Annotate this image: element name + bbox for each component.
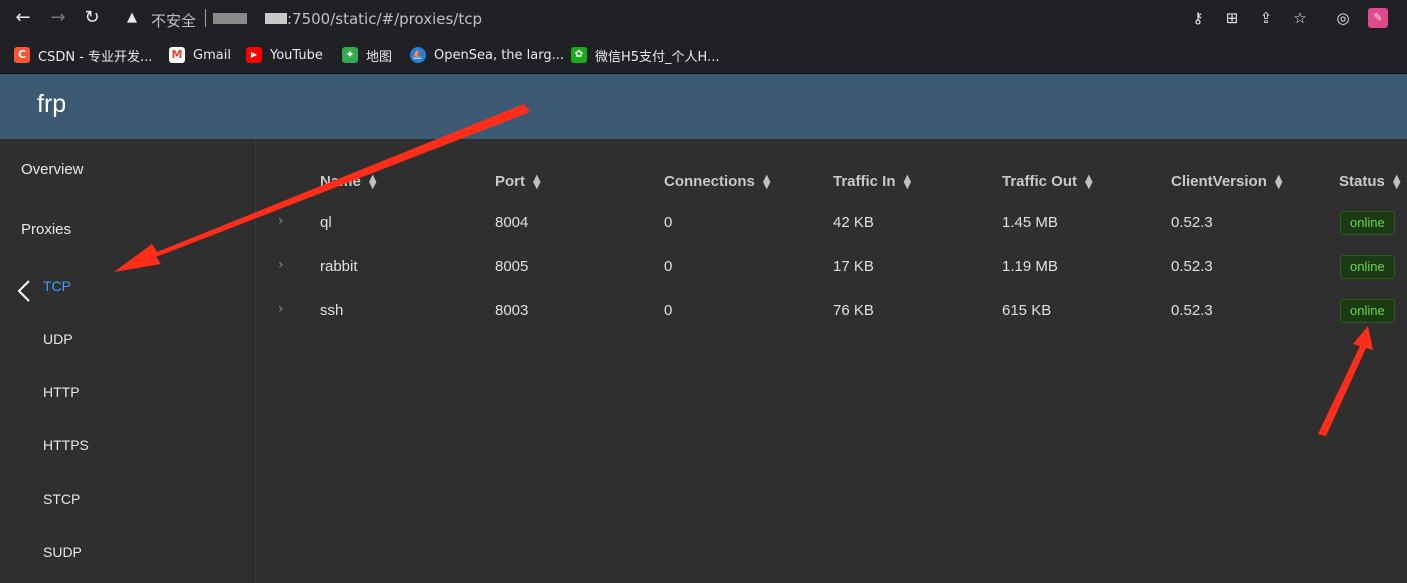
- cell-connections: 0: [664, 258, 673, 275]
- address-separator: [205, 9, 206, 27]
- warning-icon: ▲: [127, 10, 137, 25]
- back-arrow-icon[interactable]: ←: [12, 7, 34, 29]
- profile-icon[interactable]: ✎: [1368, 8, 1388, 28]
- cell-client-version: 0.52.3: [1171, 302, 1213, 319]
- share-icon[interactable]: ⇪: [1256, 8, 1276, 28]
- wechat-pay-icon: ✿: [571, 47, 587, 63]
- star-icon[interactable]: ☆: [1290, 8, 1310, 28]
- redacted-host: [213, 13, 247, 24]
- bookmarks-bar: C CSDN - 专业开发... M Gmail ▶ YouTube ✦ 地图 …: [0, 36, 1407, 74]
- sidebar-item-udp[interactable]: UDP: [43, 331, 73, 347]
- expand-chevron-icon[interactable]: ›: [278, 301, 284, 317]
- cell-name: ssh: [320, 302, 344, 319]
- table-row[interactable]: › ql 8004 0 42 KB 1.45 MB 0.52.3 online: [257, 202, 1407, 246]
- app-header: frp: [0, 74, 1407, 139]
- cell-name: ql: [320, 214, 332, 231]
- cell-traffic-in: 76 KB: [833, 302, 874, 319]
- sort-caret-icon[interactable]: ▲ ▼: [763, 174, 771, 191]
- bookmark-label: Gmail: [193, 47, 231, 63]
- sort-caret-icon[interactable]: ▲ ▼: [1275, 174, 1283, 191]
- bookmark-label: CSDN - 专业开发...: [38, 49, 153, 65]
- table-row[interactable]: › ssh 8003 0 76 KB 615 KB 0.52.3 online: [257, 290, 1407, 334]
- redacted-host: [265, 13, 287, 24]
- sidebar: Overview Proxies TCP UDP HTTP HTTPS STCP…: [0, 139, 256, 583]
- proxies-table: Name ▲ ▼ Port ▲ ▼ Connections ▲ ▼ Traffic In ▲ ▼…: [257, 139, 1407, 583]
- column-header-port[interactable]: Port ▲ ▼: [495, 173, 541, 191]
- forward-arrow-icon[interactable]: →: [47, 7, 69, 29]
- sort-caret-icon[interactable]: ▲ ▼: [904, 174, 912, 191]
- maps-icon: ✦: [342, 47, 358, 63]
- csdn-icon: C: [14, 47, 30, 63]
- bookmark-label: 地图: [366, 49, 393, 65]
- expand-chevron-icon[interactable]: ›: [278, 213, 284, 229]
- cell-port: 8005: [495, 258, 529, 275]
- sidebar-item-https[interactable]: HTTPS: [43, 437, 89, 453]
- bookmark-wechat-pay[interactable]: ✿ 微信H5支付_个人H...: [571, 45, 720, 65]
- key-icon[interactable]: ⚷: [1188, 8, 1208, 28]
- reload-icon[interactable]: ↻: [81, 7, 103, 29]
- column-header-status[interactable]: Status ▲ ▼: [1339, 173, 1401, 191]
- youtube-icon: ▶: [246, 47, 262, 63]
- expand-chevron-icon[interactable]: ›: [278, 257, 284, 273]
- sort-caret-icon[interactable]: ▲ ▼: [533, 174, 541, 191]
- status-badge: online: [1340, 299, 1395, 323]
- translate-icon[interactable]: ⊞: [1222, 8, 1242, 28]
- status-badge: online: [1340, 211, 1395, 235]
- cell-traffic-out: 1.45 MB: [1002, 214, 1058, 231]
- column-header-connections[interactable]: Connections ▲ ▼: [664, 173, 771, 191]
- insecure-label: 不安全: [151, 12, 197, 30]
- url-text: :7500/static/#/proxies/tcp: [287, 10, 483, 28]
- bookmark-label: YouTube: [270, 47, 323, 63]
- bookmark-label: 微信H5支付_个人H...: [595, 49, 720, 65]
- cell-connections: 0: [664, 302, 673, 319]
- bookmark-csdn[interactable]: C CSDN - 专业开发...: [14, 45, 152, 65]
- bookmark-gmail[interactable]: M Gmail: [169, 45, 231, 65]
- chevron-left-icon: [17, 280, 30, 302]
- cell-client-version: 0.52.3: [1171, 258, 1213, 275]
- opensea-icon: ⛵: [410, 47, 426, 63]
- sort-caret-icon[interactable]: ▲ ▼: [1393, 174, 1401, 191]
- cell-port: 8004: [495, 214, 529, 231]
- address-bar[interactable]: ▲ 不安全 :7500/static/#/proxies/tcp: [115, 3, 1320, 33]
- cell-traffic-in: 17 KB: [833, 258, 874, 275]
- status-badge: online: [1340, 255, 1395, 279]
- cell-traffic-out: 1.19 MB: [1002, 258, 1058, 275]
- bookmark-opensea[interactable]: ⛵ OpenSea, the larg...: [410, 45, 564, 65]
- sidebar-item-tcp[interactable]: TCP: [43, 278, 71, 294]
- bookmark-youtube[interactable]: ▶ YouTube: [246, 45, 323, 65]
- cell-port: 8003: [495, 302, 529, 319]
- sidebar-item-stcp[interactable]: STCP: [43, 491, 80, 507]
- column-header-traffic-out[interactable]: Traffic Out ▲ ▼: [1002, 173, 1093, 191]
- sidebar-item-sudp[interactable]: SUDP: [43, 544, 82, 560]
- cell-connections: 0: [664, 214, 673, 231]
- column-header-traffic-in[interactable]: Traffic In ▲ ▼: [833, 173, 912, 191]
- column-header-name[interactable]: Name ▲ ▼: [320, 173, 377, 191]
- sidebar-item-http[interactable]: HTTP: [43, 384, 80, 400]
- sort-caret-icon[interactable]: ▲ ▼: [1085, 174, 1093, 191]
- cell-client-version: 0.52.3: [1171, 214, 1213, 231]
- table-row[interactable]: › rabbit 8005 0 17 KB 1.19 MB 0.52.3 onl…: [257, 246, 1407, 290]
- cell-traffic-out: 615 KB: [1002, 302, 1052, 319]
- app-title[interactable]: frp: [37, 90, 66, 119]
- sort-caret-icon[interactable]: ▲ ▼: [369, 174, 377, 191]
- sidebar-item-overview[interactable]: Overview: [21, 161, 84, 178]
- bookmark-maps[interactable]: ✦ 地图: [342, 45, 392, 65]
- bookmark-label: OpenSea, the larg...: [434, 47, 565, 63]
- sidebar-item-proxies[interactable]: Proxies: [21, 221, 71, 238]
- gmail-icon: M: [169, 47, 185, 63]
- browser-toolbar: ← → ↻ ▲ 不安全 :7500/static/#/proxies/tcp ⚷…: [0, 0, 1407, 36]
- column-header-client-version[interactable]: ClientVersion ▲ ▼: [1171, 173, 1283, 191]
- extension-icon[interactable]: ◎: [1333, 8, 1353, 28]
- cell-name: rabbit: [320, 258, 358, 275]
- cell-traffic-in: 42 KB: [833, 214, 874, 231]
